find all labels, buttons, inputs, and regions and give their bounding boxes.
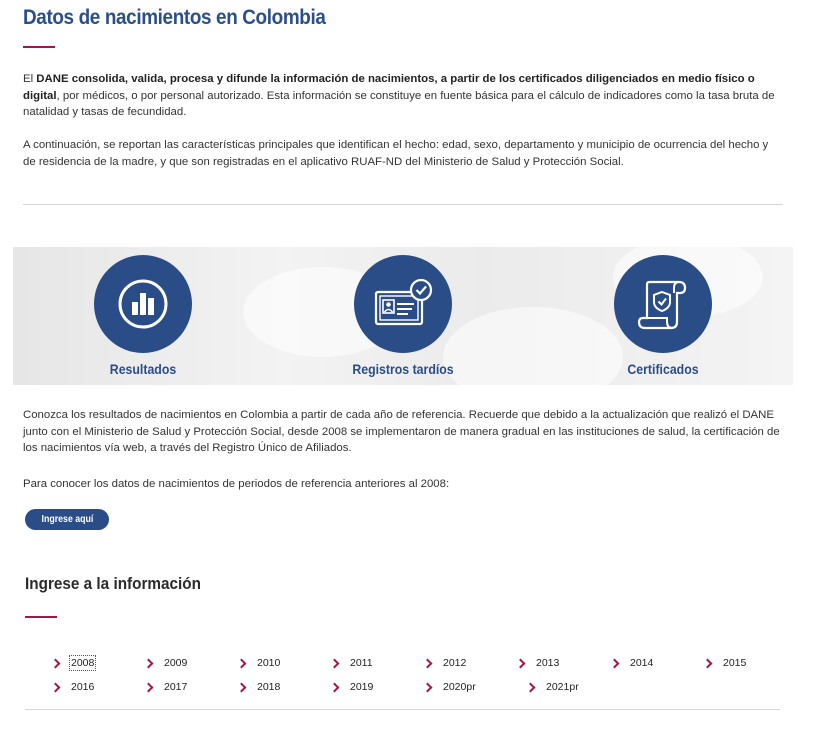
year-link-2017[interactable]: 2017 [143, 680, 187, 694]
intro-p1-suffix: , por médicos, o por personal autorizado… [23, 89, 775, 119]
year-link-2011[interactable]: 2011 [329, 656, 373, 670]
year-link-2008[interactable]: 2008 [50, 655, 97, 671]
year-link-2010[interactable]: 2010 [236, 656, 280, 670]
year-link-2013[interactable]: 2013 [515, 656, 559, 670]
year-link-2019[interactable]: 2019 [329, 680, 373, 694]
info-heading: Ingrese a la información [25, 574, 202, 593]
ingrese-aqui-button-label: Ingrese aquí [41, 514, 93, 525]
chevron-right-icon [143, 682, 154, 692]
year-link-2018[interactable]: 2018 [236, 680, 280, 694]
chevron-right-icon [525, 682, 536, 692]
chevron-right-icon [329, 658, 340, 668]
bar-chart-icon [118, 279, 168, 329]
year-link-2012[interactable]: 2012 [422, 656, 466, 670]
chevron-right-icon [515, 658, 526, 668]
intro-paragraph-2: A continuación, se reportan las caracter… [23, 139, 769, 168]
year-link-2020pr[interactable]: 2020pr [422, 680, 476, 694]
chevron-right-icon [422, 682, 433, 692]
chevron-right-icon [329, 682, 340, 692]
year-link-2014[interactable]: 2014 [609, 656, 653, 670]
intro-paragraph-1: El DANE consolida, valida, procesa y dif… [23, 71, 783, 121]
category-certificados-label[interactable]: Certificados [584, 361, 742, 377]
chevron-right-icon [143, 658, 154, 668]
ingrese-aqui-button[interactable]: Ingrese aquí [25, 509, 109, 530]
heading-accent-line [25, 616, 57, 618]
category-registros-circle[interactable] [354, 255, 452, 353]
year-link-2009[interactable]: 2009 [143, 656, 187, 670]
category-certificados[interactable]: Certificados [573, 255, 753, 377]
intro-p1-prefix: El [23, 73, 37, 85]
chevron-right-icon [422, 658, 433, 668]
page-title: Datos de nacimientos en Colombia [23, 6, 326, 29]
certificate-scroll-icon [637, 280, 687, 330]
section-divider [23, 204, 783, 205]
results-paragraph-2: Para conocer los datos de nacimientos de… [23, 478, 450, 490]
categories-banner: Resultados Registros tardíos Certificado… [13, 247, 793, 385]
chevron-right-icon [50, 658, 61, 668]
chevron-right-icon [609, 658, 620, 668]
year-link-2015[interactable]: 2015 [702, 656, 746, 670]
chevron-right-icon [702, 658, 713, 668]
category-registros-tardios[interactable]: Registros tardíos [313, 255, 493, 377]
bottom-divider [25, 709, 780, 710]
year-link-2021pr[interactable]: 2021pr [525, 680, 579, 694]
chevron-right-icon [236, 682, 247, 692]
category-registros-label[interactable]: Registros tardíos [324, 361, 482, 377]
category-resultados[interactable]: Resultados [53, 255, 233, 377]
chevron-right-icon [50, 682, 61, 692]
category-resultados-label[interactable]: Resultados [64, 361, 222, 377]
category-certificados-circle[interactable] [614, 255, 712, 353]
results-paragraph-1: Conozca los resultados de nacimientos en… [23, 409, 780, 454]
title-accent-line [23, 46, 55, 48]
id-card-check-icon [374, 278, 433, 326]
year-link-2016[interactable]: 2016 [50, 680, 94, 694]
category-resultados-circle[interactable] [94, 255, 192, 353]
chevron-right-icon [236, 658, 247, 668]
